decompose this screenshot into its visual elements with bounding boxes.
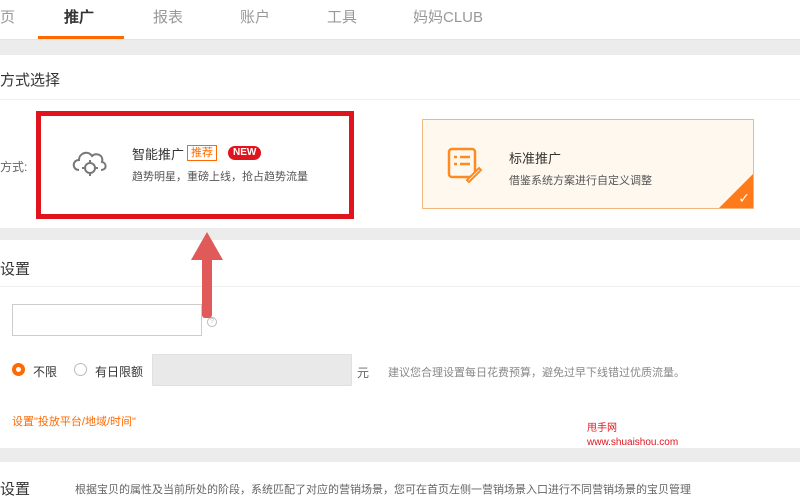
- active-tab-indicator: [38, 36, 124, 39]
- standard-promotion-card[interactable]: 标准推广 借鉴系统方案进行自定义调整 ✓: [422, 119, 754, 209]
- settings-panel: 设置 ? 不限 有日限额 元 建议您合理设置每日花费预算，避免过早下线错过优质流…: [0, 240, 800, 448]
- checkmark-icon: ✓: [738, 190, 750, 206]
- tab-home[interactable]: 页: [0, 6, 15, 27]
- budget-unit: 元: [357, 366, 370, 380]
- method-row-label: 方式:: [0, 160, 28, 174]
- watermark-name: 甩手网: [587, 423, 617, 434]
- budget-hint: 建议您合理设置每日花费预算，避免过早下线错过优质流量。: [388, 367, 685, 379]
- budget-unlimited-label: 不限: [33, 365, 58, 379]
- section-title-scenario: 设置: [0, 481, 31, 498]
- section-title-settings: 设置: [0, 261, 31, 278]
- cloud-gear-icon: [69, 144, 109, 185]
- tab-promotion[interactable]: 推广: [64, 6, 94, 27]
- tab-account[interactable]: 账户: [240, 6, 270, 27]
- scenario-description: 根据宝贝的属性及当前所处的阶段，系统匹配了对应的营销场景，您可在首页左侧一营销场…: [75, 484, 691, 496]
- section-divider: [0, 286, 800, 287]
- scenario-panel: 设置 根据宝贝的属性及当前所处的阶段，系统匹配了对应的营销场景，您可在首页左侧一…: [0, 462, 800, 500]
- new-badge: NEW: [228, 146, 262, 160]
- top-nav: 页 推广 报表 账户 工具 妈妈CLUB: [0, 0, 800, 40]
- recommend-badge: 推荐: [187, 145, 217, 161]
- plan-name-input[interactable]: [12, 304, 202, 336]
- tab-tools[interactable]: 工具: [327, 6, 357, 27]
- watermark-url: www.shuaishou.com: [587, 437, 679, 448]
- section-divider: [0, 99, 800, 100]
- smart-promotion-desc: 趋势明星，重磅上线，抢占趋势流量: [132, 171, 308, 183]
- annotation-arrow-icon: [191, 232, 223, 318]
- document-edit-icon: [445, 146, 483, 189]
- section-title-method: 方式选择: [0, 72, 61, 89]
- budget-unlimited-radio[interactable]: [12, 363, 25, 376]
- budget-daily-limit-label: 有日限额: [95, 365, 144, 379]
- watermark: 甩手网 www.shuaishou.com: [587, 422, 678, 450]
- budget-daily-limit-radio[interactable]: [74, 363, 87, 376]
- standard-promotion-title: 标准推广: [509, 151, 562, 166]
- tab-mama-club[interactable]: 妈妈CLUB: [413, 6, 483, 27]
- method-selection-panel: 方式选择 方式: 智能推广 推荐 NEW 趋势明星，重磅上线，抢占趋势流量 标准…: [0, 55, 800, 228]
- standard-promotion-desc: 借鉴系统方案进行自定义调整: [509, 175, 652, 187]
- smart-promotion-title: 智能推广: [132, 147, 185, 162]
- smart-promotion-card[interactable]: 智能推广 推荐 NEW 趋势明星，重磅上线，抢占趋势流量: [36, 111, 354, 219]
- tab-reports[interactable]: 报表: [153, 6, 183, 27]
- daily-budget-input[interactable]: [152, 354, 352, 386]
- placement-settings-link[interactable]: 设置"投放平台/地域/时间": [12, 413, 136, 429]
